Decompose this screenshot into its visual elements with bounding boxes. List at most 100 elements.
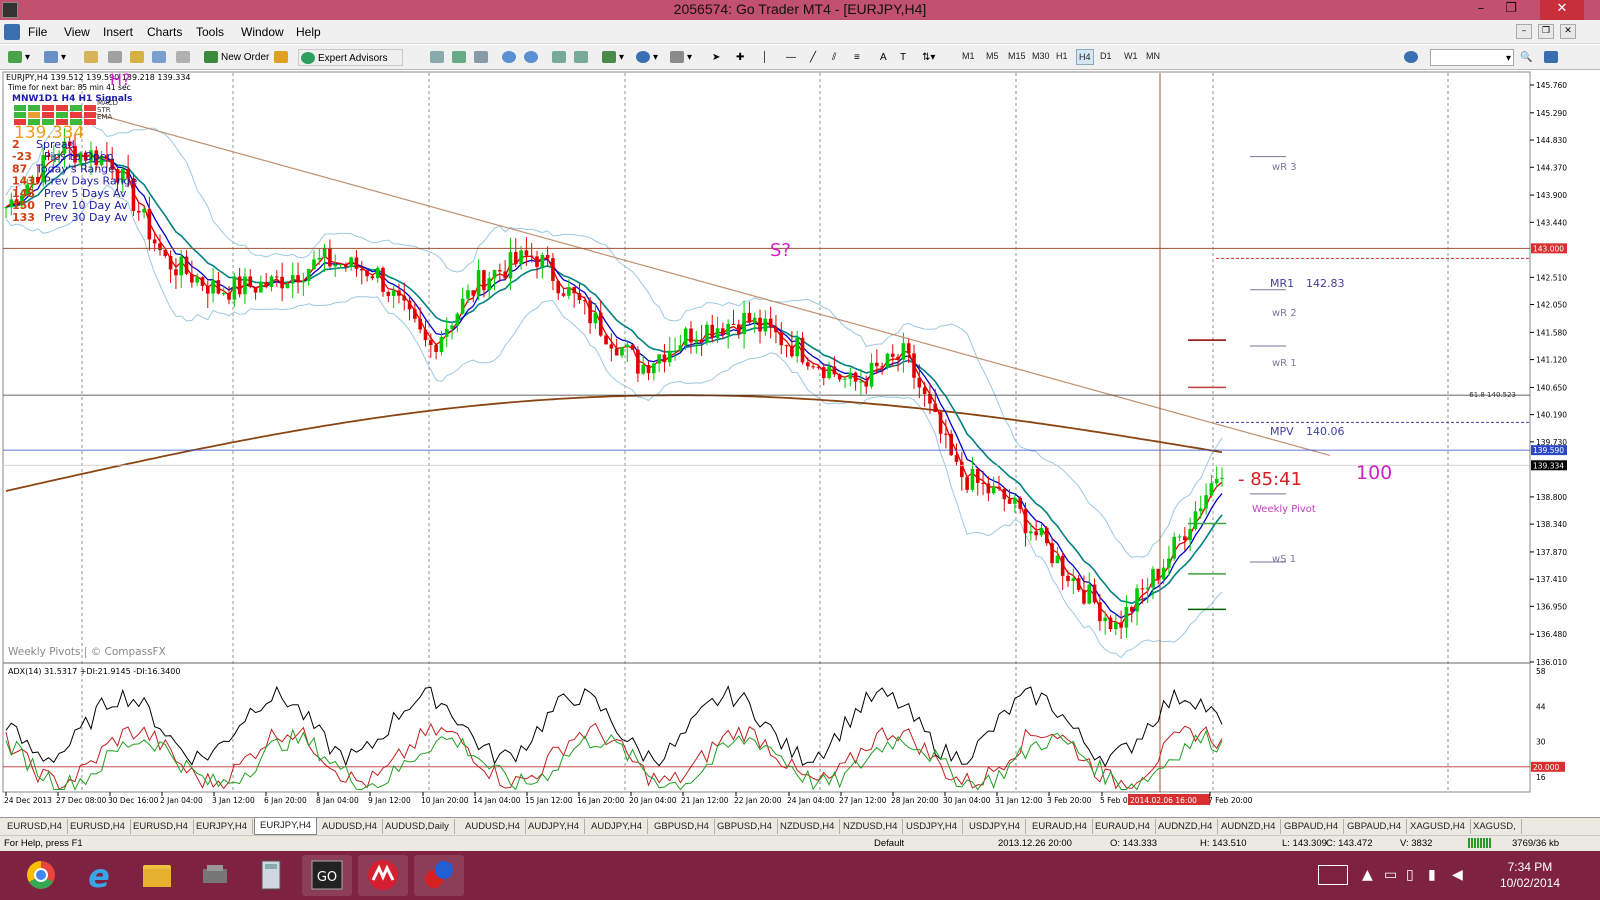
tf-h4[interactable]: H4 bbox=[1076, 49, 1094, 65]
chart-tab[interactable]: EURUSD,H4 bbox=[2, 819, 68, 834]
network-icon[interactable]: ▮ bbox=[1428, 867, 1436, 883]
bar-chart-icon[interactable] bbox=[430, 49, 447, 66]
candle-body bbox=[1204, 495, 1208, 509]
history-icon[interactable] bbox=[176, 49, 193, 66]
new-order-button[interactable]: New Order bbox=[204, 49, 269, 66]
chart-tab[interactable]: AUDNZD,H4 bbox=[1153, 819, 1219, 834]
chart-tab[interactable]: USDJPY,H4 bbox=[901, 819, 964, 834]
chart-tab[interactable]: NZDUSD,H4 bbox=[838, 819, 904, 834]
chart-tab[interactable]: AUDJPY,H4 bbox=[523, 819, 586, 834]
tf-mn[interactable]: MN bbox=[1146, 51, 1160, 61]
menu-view[interactable]: View bbox=[64, 25, 90, 39]
child-restore-button[interactable]: ❐ bbox=[1538, 24, 1554, 39]
internet-explorer-icon[interactable]: e bbox=[74, 855, 124, 896]
settings-gear-icon[interactable] bbox=[1404, 49, 1421, 66]
close-button[interactable]: ✕ bbox=[1540, 0, 1584, 20]
candlestick-icon[interactable] bbox=[452, 49, 469, 66]
keyboard-icon[interactable] bbox=[1318, 865, 1348, 885]
vertical-line-icon[interactable]: │ bbox=[762, 49, 768, 66]
text-label-icon[interactable]: T bbox=[900, 49, 906, 66]
file-explorer-icon[interactable] bbox=[132, 855, 182, 896]
tf-d1[interactable]: D1 bbox=[1100, 51, 1112, 61]
text-icon[interactable]: A bbox=[880, 49, 887, 66]
go-trader-icon[interactable]: GO bbox=[302, 855, 352, 896]
chart-tab[interactable]: GBPAUD,H4 bbox=[1279, 819, 1345, 834]
terminal-icon[interactable] bbox=[130, 49, 147, 66]
taskbar-clock[interactable]: 7:34 PM 10/02/2014 bbox=[1500, 859, 1560, 891]
chart-tab[interactable]: EURAUD,H4 bbox=[1090, 819, 1156, 834]
line-chart-icon[interactable] bbox=[474, 49, 491, 66]
fibonacci-icon[interactable]: ≡ bbox=[854, 49, 860, 66]
chart-tab[interactable]: AUDUSD,H4 bbox=[317, 819, 383, 834]
chart-tab[interactable]: USDJPY,H4 bbox=[964, 819, 1027, 834]
menu-file[interactable]: File bbox=[28, 25, 47, 39]
volume-icon[interactable]: ◀ bbox=[1452, 867, 1463, 883]
chart-tab[interactable]: EURUSD,H4 bbox=[128, 819, 194, 834]
chart-tab[interactable]: XAGUSD, bbox=[1468, 819, 1522, 834]
maximize-button[interactable]: ❐ bbox=[1496, 0, 1526, 20]
action-center-icon[interactable]: ▭ bbox=[1384, 867, 1397, 883]
new-chart-button[interactable]: ▾ bbox=[8, 49, 30, 66]
chart-tab[interactable]: GBPUSD,H4 bbox=[712, 819, 778, 834]
profiles-button[interactable]: ▾ bbox=[44, 49, 66, 66]
expert-advisors-button[interactable]: Expert Advisors bbox=[298, 49, 403, 66]
menu-window[interactable]: Window bbox=[241, 25, 284, 39]
zoom-out-icon[interactable] bbox=[524, 49, 541, 66]
trendline-icon[interactable]: ╱ bbox=[810, 49, 816, 66]
templates-button[interactable]: ▾ bbox=[670, 49, 692, 66]
chart-tab[interactable]: AUDNZD,H4 bbox=[1216, 819, 1282, 834]
tray-expand-icon[interactable]: ▲ bbox=[1362, 867, 1373, 883]
child-close-button[interactable]: ✕ bbox=[1560, 24, 1576, 39]
tf-w1[interactable]: W1 bbox=[1124, 51, 1138, 61]
tf-m5[interactable]: M5 bbox=[986, 51, 999, 61]
chart-tab[interactable]: AUDUSD,Daily bbox=[380, 819, 455, 834]
crosshair-icon[interactable]: ✚ bbox=[736, 49, 744, 66]
menu-tools[interactable]: Tools bbox=[196, 25, 224, 39]
menu-charts[interactable]: Charts bbox=[147, 25, 182, 39]
channel-icon[interactable]: ⫽ bbox=[832, 49, 836, 66]
chart-tab[interactable]: EURJPY,H4 bbox=[191, 819, 254, 834]
tf-m30[interactable]: M30 bbox=[1032, 51, 1050, 61]
arrows-icon[interactable]: ⇅▾ bbox=[922, 49, 935, 66]
chart-tab[interactable]: EURAUD,H4 bbox=[1027, 819, 1093, 834]
navigator-icon[interactable] bbox=[108, 49, 125, 66]
autoscroll-icon[interactable] bbox=[552, 49, 569, 66]
tf-h1[interactable]: H1 bbox=[1056, 51, 1068, 61]
chart-tab[interactable]: EURUSD,H4 bbox=[65, 819, 131, 834]
chart-tab[interactable]: GBPUSD,H4 bbox=[649, 819, 715, 834]
periods-button[interactable]: ▾ bbox=[636, 49, 658, 66]
chart-window[interactable]: 58 44 30 20.000 16 145.760 145.290 144.830 144.… bbox=[0, 70, 1600, 816]
tf-m1[interactable]: M1 bbox=[962, 51, 975, 61]
battery-icon[interactable]: ▯ bbox=[1406, 867, 1414, 883]
metaeditor-icon[interactable] bbox=[274, 49, 291, 66]
tf-m15[interactable]: M15 bbox=[1008, 51, 1026, 61]
chart-tab[interactable]: EURJPY,H4 bbox=[254, 818, 318, 835]
price-chart[interactable]: 58 44 30 20.00016 145.760 145.290 144.830 144.… bbox=[0, 70, 1600, 816]
strategy-tester-icon[interactable] bbox=[152, 49, 169, 66]
chart-tab[interactable]: NZDUSD,H4 bbox=[775, 819, 841, 834]
search-icon[interactable]: 🔍 bbox=[1520, 49, 1532, 66]
search-input[interactable]: ▾ bbox=[1430, 49, 1514, 66]
market-watch-icon[interactable] bbox=[84, 49, 101, 66]
trading-app-icon[interactable] bbox=[358, 855, 408, 896]
chart-shift-icon[interactable] bbox=[574, 49, 591, 66]
candle-body bbox=[954, 455, 959, 462]
chart-tab[interactable]: AUDJPY,H4 bbox=[586, 819, 649, 834]
menu-help[interactable]: Help bbox=[296, 25, 321, 39]
zoom-in-icon[interactable] bbox=[502, 49, 519, 66]
horizontal-line-icon[interactable]: — bbox=[786, 49, 796, 66]
cursor-icon[interactable]: ➤ bbox=[712, 49, 720, 66]
child-minimize-button[interactable]: – bbox=[1516, 24, 1532, 39]
tools-icon[interactable] bbox=[190, 855, 240, 896]
chart-tab[interactable]: GBPAUD,H4 bbox=[1342, 819, 1408, 834]
chart-tab[interactable]: AUDUSD,H4 bbox=[460, 819, 526, 834]
community-icon[interactable] bbox=[1544, 49, 1561, 66]
chrome-icon[interactable] bbox=[16, 855, 66, 896]
calculator-icon[interactable] bbox=[246, 855, 296, 896]
candle-body bbox=[391, 290, 396, 296]
messenger-icon[interactable] bbox=[414, 855, 464, 896]
chart-tab[interactable]: XAGUSD,H4 bbox=[1405, 819, 1471, 834]
minimize-button[interactable]: – bbox=[1466, 0, 1496, 20]
indicators-button[interactable]: ▾ bbox=[602, 49, 624, 66]
menu-insert[interactable]: Insert bbox=[103, 25, 133, 39]
